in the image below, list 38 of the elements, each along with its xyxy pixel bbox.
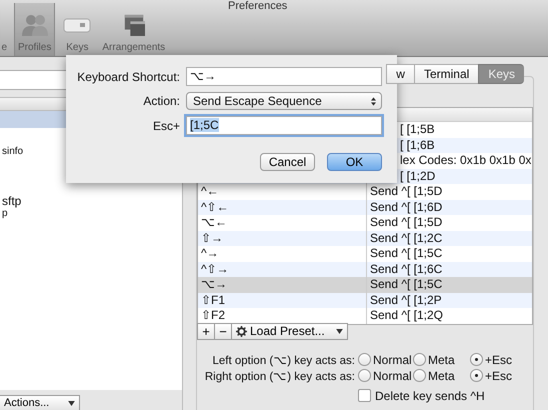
field-label: Action: bbox=[142, 94, 180, 108]
tab[interactable]: w bbox=[386, 64, 414, 84]
field-label: Esc+ bbox=[152, 118, 180, 132]
table-row[interactable]: ^⇧→ Send ^[ [1;6C bbox=[198, 262, 532, 277]
caret-icon bbox=[68, 400, 75, 406]
profile-tags: p bbox=[2, 208, 182, 219]
add-button[interactable]: + bbox=[197, 322, 214, 340]
table-row[interactable]: ⇧F1 Send ^[ [1;2P bbox=[198, 292, 532, 308]
table-row[interactable]: ⌥→ Send ^[ [1;5C bbox=[198, 277, 532, 292]
option-label: Right option (⌥) key acts as: bbox=[204, 370, 355, 382]
people-icon bbox=[20, 14, 50, 36]
cancel-button[interactable]: Cancel bbox=[260, 153, 315, 171]
radio-button[interactable]: Normal bbox=[358, 368, 413, 382]
remove-button[interactable]: − bbox=[214, 322, 231, 340]
field-label: Keyboard Shortcut: bbox=[76, 70, 180, 84]
radio-button[interactable]: Meta bbox=[413, 352, 468, 366]
toolbar-item[interactable]: Arrangements bbox=[99, 3, 168, 56]
actions-button[interactable]: Actions... bbox=[0, 395, 80, 410]
window-title: Preferences bbox=[228, 0, 288, 12]
stepper-arrows-icon bbox=[371, 96, 376, 106]
gear-icon bbox=[236, 326, 247, 336]
checkbox[interactable]: Delete key sends ^H bbox=[358, 388, 533, 402]
escape-field[interactable]: [1;5C bbox=[186, 116, 382, 135]
table-row[interactable]: ^⇧← Send ^[ [1;6D bbox=[198, 200, 532, 215]
option-label: Left option (⌥) key acts as: bbox=[212, 354, 355, 366]
action-dropdown[interactable]: Send Escape Sequence bbox=[186, 92, 382, 110]
caret-icon bbox=[336, 328, 343, 334]
toolbar-item[interactable]: Keys bbox=[59, 3, 96, 56]
radio-button[interactable]: Normal bbox=[358, 352, 413, 366]
radio-button[interactable]: +Esc bbox=[470, 352, 525, 366]
ok-button[interactable]: OK bbox=[327, 153, 382, 171]
radio-button[interactable]: Meta bbox=[413, 368, 468, 382]
radio-button[interactable]: +Esc bbox=[470, 368, 525, 382]
tab[interactable]: Terminal bbox=[414, 64, 478, 84]
shortcut-field[interactable]: ⌥→ bbox=[186, 67, 382, 86]
load-preset-button[interactable]: Load Preset... bbox=[231, 322, 348, 340]
table-row[interactable]: ⇧→ Send ^[ [1;2C bbox=[198, 230, 532, 246]
profile-row[interactable]: sftp p bbox=[0, 194, 182, 219]
